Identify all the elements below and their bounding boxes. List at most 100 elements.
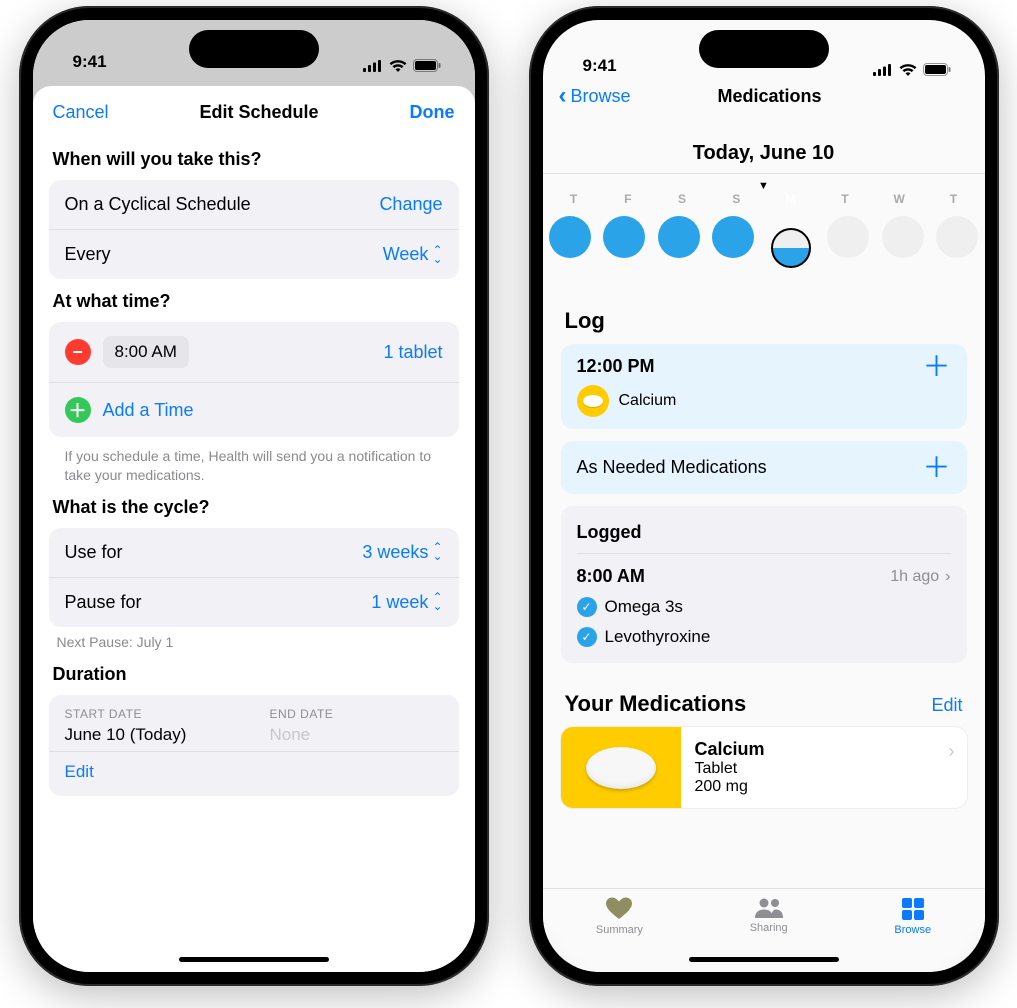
week-calendar[interactable]: ▼ T F S S M T W T xyxy=(543,173,985,288)
log-time: 12:00 PM xyxy=(577,356,655,377)
check-icon: ✓ xyxy=(577,597,597,617)
chevron-right-icon: › xyxy=(945,568,950,586)
use-for-value[interactable]: 3 weeks⌃⌄ xyxy=(362,542,442,563)
status-icons xyxy=(873,63,951,76)
home-indicator[interactable] xyxy=(689,957,839,962)
done-button[interactable]: Done xyxy=(410,102,455,123)
date-heading: Today, June 10 xyxy=(543,122,985,173)
log-time-card[interactable]: 12:00 PM ＋ Calcium xyxy=(561,344,967,429)
status-icons xyxy=(363,59,441,72)
chevron-updown-icon: ⌃⌄ xyxy=(432,543,442,561)
add-as-needed-button[interactable]: ＋ xyxy=(922,458,950,478)
log-med-name: Calcium xyxy=(619,392,677,410)
chevron-updown-icon: ⌃⌄ xyxy=(432,246,442,264)
sheet-title: Edit Schedule xyxy=(200,102,319,123)
tab-label: Sharing xyxy=(750,922,788,934)
pause-for-row[interactable]: Pause for 1 week⌃⌄ xyxy=(49,577,459,627)
logged-heading: Logged xyxy=(577,512,951,554)
phone-left: 9:41 Cancel Edit Schedule Done When will… xyxy=(19,6,489,986)
medication-name: Calcium xyxy=(695,739,953,760)
grid-icon xyxy=(901,897,925,921)
schedule-type-row: On a Cyclical Schedule Change xyxy=(49,180,459,229)
day-dot[interactable] xyxy=(549,216,591,258)
end-date-cell: END DATE None xyxy=(254,695,459,751)
tab-summary[interactable]: Summary xyxy=(596,897,643,972)
battery-icon xyxy=(923,63,951,76)
chevron-updown-icon: ⌃⌄ xyxy=(432,593,442,611)
end-date-label: END DATE xyxy=(270,707,443,721)
section-cycle-heading: What is the cycle? xyxy=(53,497,455,518)
day-label[interactable]: T xyxy=(928,192,978,206)
top-nav: ‹ Browse Medications xyxy=(543,76,985,122)
time-pill[interactable]: 8:00 AM xyxy=(103,336,189,368)
section-duration-heading: Duration xyxy=(53,664,455,685)
logged-ago: 1h ago› xyxy=(890,568,950,586)
day-dot[interactable] xyxy=(712,216,754,258)
tab-label: Summary xyxy=(596,924,643,936)
day-dot-today[interactable] xyxy=(771,228,811,268)
start-date-cell: START DATE June 10 (Today) xyxy=(49,695,254,751)
log-heading: Log xyxy=(565,308,963,334)
edit-meds-button[interactable]: Edit xyxy=(931,695,962,716)
sheet-content[interactable]: When will you take this? On a Cyclical S… xyxy=(33,133,475,972)
page-title: Medications xyxy=(571,86,969,107)
day-label[interactable]: S xyxy=(657,192,707,206)
main-content[interactable]: Log 12:00 PM ＋ Calcium As Needed Medicat… xyxy=(543,288,985,898)
medication-form: Tablet xyxy=(695,760,953,778)
logged-item[interactable]: ✓Levothyroxine xyxy=(577,627,951,647)
check-icon: ✓ xyxy=(577,627,597,647)
add-log-button[interactable]: ＋ xyxy=(922,357,950,377)
cancel-button[interactable]: Cancel xyxy=(53,102,109,123)
tab-label: Browse xyxy=(894,924,931,936)
every-value[interactable]: Week⌃⌄ xyxy=(383,244,443,265)
dose-selector[interactable]: 1 tablet xyxy=(383,342,442,363)
dynamic-island xyxy=(699,30,829,68)
home-indicator[interactable] xyxy=(179,957,329,962)
pause-for-label: Pause for xyxy=(65,592,142,613)
log-med-row[interactable]: Calcium xyxy=(577,385,951,417)
logged-item[interactable]: ✓Omega 3s xyxy=(577,597,951,617)
add-time-label: Add a Time xyxy=(103,400,194,421)
wifi-icon xyxy=(389,60,407,72)
day-dot[interactable] xyxy=(603,216,645,258)
add-icon: ＋ xyxy=(65,397,91,423)
cellular-icon xyxy=(363,60,383,72)
day-dot[interactable] xyxy=(658,216,700,258)
time-footnote: If you schedule a time, Health will send… xyxy=(49,437,459,485)
change-button[interactable]: Change xyxy=(379,194,442,215)
day-label[interactable]: S xyxy=(711,192,761,206)
times-card: − 8:00 AM 1 tablet ＋ Add a Time xyxy=(49,322,459,437)
pause-for-value[interactable]: 1 week⌃⌄ xyxy=(371,592,442,613)
day-label[interactable]: T xyxy=(549,192,599,206)
caret-down-icon: ▼ xyxy=(543,180,985,192)
status-time: 9:41 xyxy=(583,56,617,76)
day-dot[interactable] xyxy=(827,216,869,258)
day-dot[interactable] xyxy=(936,216,978,258)
as-needed-card[interactable]: As Needed Medications ＋ xyxy=(561,441,967,494)
day-label[interactable]: W xyxy=(874,192,924,206)
phone-right: 9:41 ‹ Browse Medications Today, June 10… xyxy=(529,6,999,986)
logged-time-row[interactable]: 8:00 AM 1h ago› xyxy=(577,554,951,587)
your-meds-heading-row: Your Medications Edit xyxy=(565,691,963,717)
day-dot[interactable] xyxy=(882,216,924,258)
day-label-selected[interactable]: M xyxy=(766,192,816,206)
sheet-nav: Cancel Edit Schedule Done xyxy=(33,86,475,133)
pill-icon xyxy=(577,385,609,417)
end-date-value: None xyxy=(270,725,443,745)
tab-browse[interactable]: Browse xyxy=(894,897,931,972)
logged-time: 8:00 AM xyxy=(577,566,645,587)
heart-icon xyxy=(605,897,633,921)
remove-time-button[interactable]: − xyxy=(65,339,91,365)
use-for-row[interactable]: Use for 3 weeks⌃⌄ xyxy=(49,528,459,577)
medication-card[interactable]: › Calcium Tablet 200 mg xyxy=(561,727,967,808)
day-label[interactable]: F xyxy=(603,192,653,206)
every-row[interactable]: Every Week⌃⌄ xyxy=(49,229,459,279)
day-label[interactable]: T xyxy=(820,192,870,206)
edit-duration-button[interactable]: Edit xyxy=(49,752,459,796)
add-time-row[interactable]: ＋ Add a Time xyxy=(49,382,459,437)
every-label: Every xyxy=(65,244,111,265)
cellular-icon xyxy=(873,64,893,76)
medication-image xyxy=(561,727,681,808)
medication-strength: 200 mg xyxy=(695,778,953,796)
chevron-left-icon: ‹ xyxy=(559,82,567,110)
